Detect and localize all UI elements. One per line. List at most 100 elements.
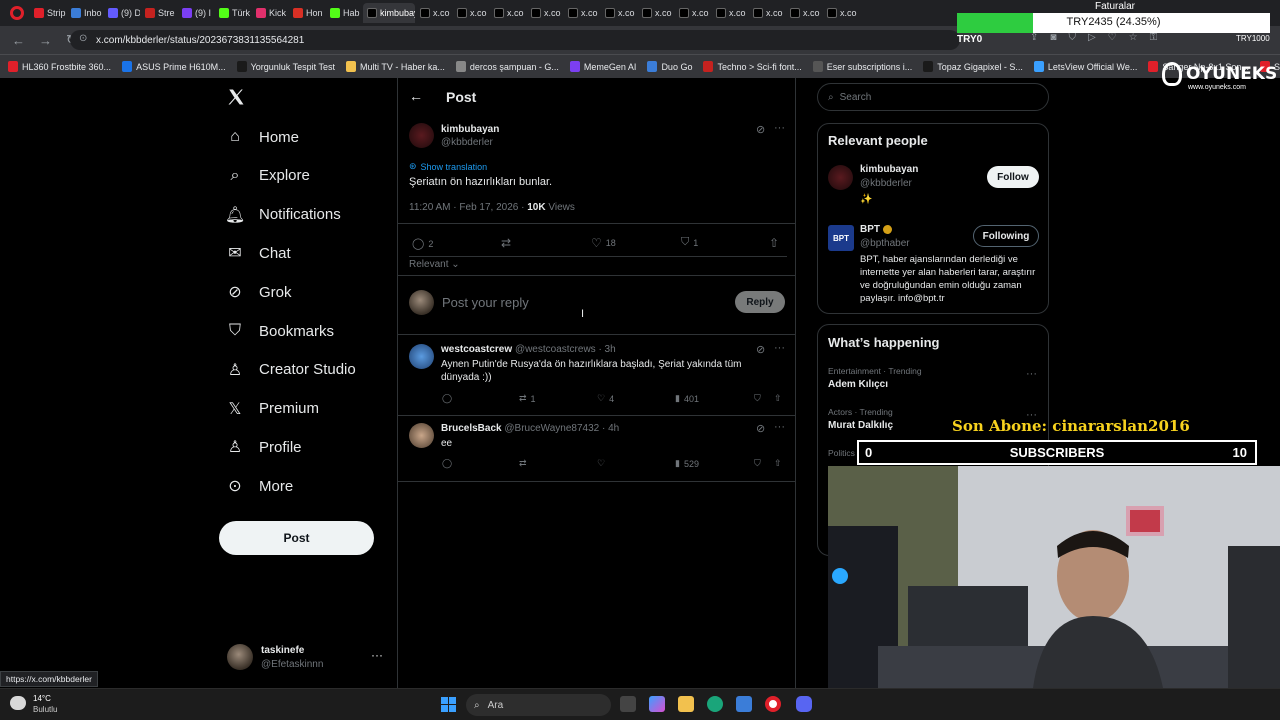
weather-icon[interactable]	[10, 696, 26, 710]
author-handle[interactable]: @kbbderler	[441, 137, 493, 148]
views-action[interactable]: ▮ 529	[675, 458, 699, 469]
avatar[interactable]	[409, 123, 434, 148]
browser-tab[interactable]: x.co	[601, 3, 637, 23]
browser-tab[interactable]: x.co	[490, 3, 526, 23]
avatar[interactable]	[828, 165, 853, 190]
back-arrow-icon[interactable]: ←	[409, 88, 423, 104]
avatar[interactable]	[409, 344, 434, 369]
more-dots-icon[interactable]: ···	[1026, 368, 1037, 380]
following-button[interactable]: Following	[973, 225, 1039, 247]
author-name[interactable]: kimbubayan	[441, 124, 499, 135]
reply-handle[interactable]: @BruceWayne87432 · 4h	[504, 423, 619, 434]
repost-action[interactable]: ⇄ 1	[519, 393, 536, 404]
follow-button[interactable]: Follow	[987, 166, 1039, 188]
browser-tab[interactable]: Hon	[289, 3, 325, 23]
edge-icon[interactable]	[707, 696, 723, 712]
share-icon[interactable]: ⇧	[774, 393, 782, 404]
bookmark-item[interactable]: Multi TV - Haber ka...	[346, 61, 445, 72]
nav-item-bookmarks[interactable]: ⛉ Bookmarks	[225, 313, 334, 349]
trend-name[interactable]: Murat Dalkılıç	[828, 420, 893, 431]
heart-icon[interactable]: ♡	[1108, 32, 1117, 43]
browser-tab[interactable]: Hab	[326, 3, 362, 23]
reply-input[interactable]: Post your reply	[442, 295, 529, 310]
browser-tab[interactable]: x.co	[564, 3, 600, 23]
browser-tab[interactable]: x.co	[712, 3, 748, 23]
nav-item-notifications[interactable]: 🔔︎ Notifications	[225, 197, 341, 233]
task-view-icon[interactable]	[620, 696, 636, 712]
reply-item[interactable]: BrucelsBack @BruceWayne87432 · 4h ⊘ ··· ee ◯…	[398, 421, 796, 487]
browser-tab[interactable]: x.co	[675, 3, 711, 23]
grok-icon[interactable]: ⊘	[756, 123, 765, 136]
bookmark-item[interactable]: ASUS Prime H610M...	[122, 61, 226, 72]
share-icon[interactable]: ⇪	[1030, 32, 1038, 43]
repost-action[interactable]: ⇄	[501, 236, 511, 250]
bookmark-item[interactable]: LetsView Official We...	[1033, 61, 1137, 72]
reply-action[interactable]: ◯ 2	[412, 237, 433, 250]
reply-author[interactable]: BrucelsBack	[441, 423, 502, 434]
store-icon[interactable]	[736, 696, 752, 712]
reply-author[interactable]: westcoastcrew	[441, 344, 512, 355]
taskbar-search[interactable]: ⌕ Ara	[466, 694, 611, 716]
nav-item-home[interactable]: ⌂ Home	[225, 119, 299, 155]
lock-icon[interactable]: ⚿	[1150, 32, 1158, 43]
more-dots-icon[interactable]: ···	[371, 648, 383, 662]
bookmark-action[interactable]: ⛉ 1	[681, 236, 698, 249]
browser-tab[interactable]: (9) I	[178, 3, 214, 23]
reply-sort-dropdown[interactable]: Relevant ⌄	[409, 259, 460, 270]
bookmark-item[interactable]: Eser subscriptions i...	[812, 61, 912, 72]
x-logo-icon[interactable]	[227, 88, 245, 106]
grok-icon[interactable]: ⊘	[756, 343, 765, 356]
like-action[interactable]: ♡ 18	[591, 236, 616, 250]
browser-tab[interactable]: x.co	[416, 3, 452, 23]
bookmark-item[interactable]: Duo Go	[647, 61, 692, 72]
browser-tab[interactable]: x.co	[786, 3, 822, 23]
nav-item-premium[interactable]: 𝕏 Premium	[225, 391, 319, 427]
person-handle[interactable]: @kbbderler	[860, 178, 912, 189]
avatar[interactable]	[409, 423, 434, 448]
repost-action[interactable]: ⇄	[519, 458, 531, 469]
account-switcher[interactable]: taskinefe @Efetaskinnn ···	[227, 642, 387, 674]
nav-item-grok[interactable]: ⊘ Grok	[225, 274, 291, 310]
post-timestamp[interactable]: 11:20 AM · Feb 17, 2026 ·	[409, 202, 527, 213]
copilot-icon[interactable]	[649, 696, 665, 712]
shield-icon[interactable]: ⛉	[1068, 32, 1076, 43]
bookmark-item[interactable]: dercos şampuan - G...	[455, 61, 559, 72]
file-explorer-icon[interactable]	[678, 696, 694, 712]
search-input[interactable]: ⌕ Search	[817, 83, 1049, 111]
browser-tab[interactable]: x.co	[453, 3, 489, 23]
bookmark-item[interactable]: HL360 Frostbite 360...	[8, 61, 111, 72]
like-action[interactable]: ♡ 4	[597, 393, 614, 404]
person-name[interactable]: BPT	[860, 224, 892, 235]
nav-item-profile[interactable]: ♙ Profile	[225, 429, 302, 465]
discord-icon[interactable]	[796, 696, 812, 712]
more-dots-icon[interactable]: ···	[774, 122, 785, 134]
person-handle[interactable]: @bpthaber	[860, 238, 910, 249]
post-button[interactable]: Post	[219, 521, 374, 555]
nav-item-chat[interactable]: ✉ Chat	[225, 235, 290, 271]
browser-tab[interactable]: Strip	[30, 3, 66, 23]
bookmark-icon[interactable]: ⛉	[754, 458, 761, 469]
views-action[interactable]: ▮ 401	[675, 393, 699, 404]
bookmark-item[interactable]: Topaz Gigapixel - S...	[923, 61, 1023, 72]
url-field[interactable]: ⊙ x.com/kbbderler/status/202367383113556…	[70, 30, 960, 50]
bpt-logo-icon[interactable]: BPT	[828, 225, 854, 251]
bookmark-item[interactable]: MemeGen AI	[569, 61, 636, 72]
browser-tab[interactable]: Türk	[215, 3, 251, 23]
person-name[interactable]: kimbubayan	[860, 164, 918, 175]
browser-tab[interactable]: Kick	[252, 3, 288, 23]
nav-item-creator-studio[interactable]: ♙ Creator Studio	[225, 352, 356, 388]
browser-tab[interactable]: Inbo	[67, 3, 103, 23]
browser-tab[interactable]: x.co	[527, 3, 563, 23]
nav-item-more[interactable]: ⊙ More	[225, 468, 293, 504]
camera-icon[interactable]: ◙	[1050, 32, 1056, 43]
star-icon[interactable]: ☆	[1129, 32, 1138, 43]
like-action[interactable]: ♡	[597, 458, 609, 469]
browser-tab[interactable]: x.co	[638, 3, 674, 23]
play-icon[interactable]: ▷	[1088, 32, 1096, 43]
bookmark-item[interactable]: Yorgunluk Tespit Test	[236, 61, 335, 72]
nav-item-explore[interactable]: ⌕ Explore	[225, 158, 310, 194]
opera-menu-icon[interactable]	[10, 6, 24, 20]
browser-tab[interactable]: (9) D	[104, 3, 140, 23]
start-icon[interactable]	[441, 697, 456, 712]
browser-tab[interactable]: Stre	[141, 3, 177, 23]
